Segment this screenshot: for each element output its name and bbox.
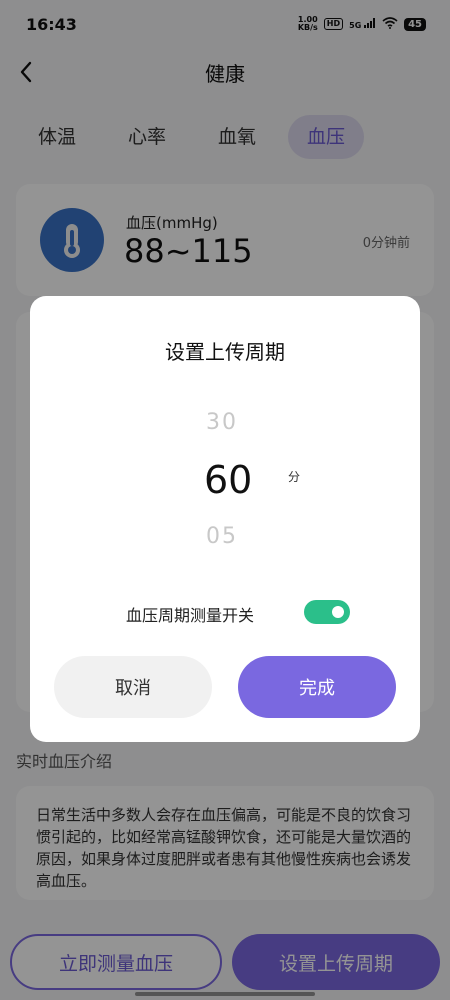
done-button[interactable]: 完成 — [238, 656, 396, 718]
picker-current-value[interactable]: 60 — [204, 458, 252, 502]
dialog-title: 设置上传周期 — [165, 340, 285, 364]
cancel-button[interactable]: 取消 — [54, 656, 212, 718]
picker-next-value[interactable]: 05 — [206, 524, 238, 549]
picker-prev-value[interactable]: 30 — [206, 410, 238, 435]
toggle-knob — [332, 606, 344, 618]
picker-unit: 分 — [288, 470, 301, 484]
bp-period-toggle[interactable] — [304, 600, 350, 624]
home-indicator — [135, 992, 315, 996]
upload-period-dialog: 设置上传周期 30 60 分 05 血压周期测量开关 取消 完成 — [30, 296, 420, 742]
switch-label: 血压周期测量开关 — [126, 606, 255, 625]
